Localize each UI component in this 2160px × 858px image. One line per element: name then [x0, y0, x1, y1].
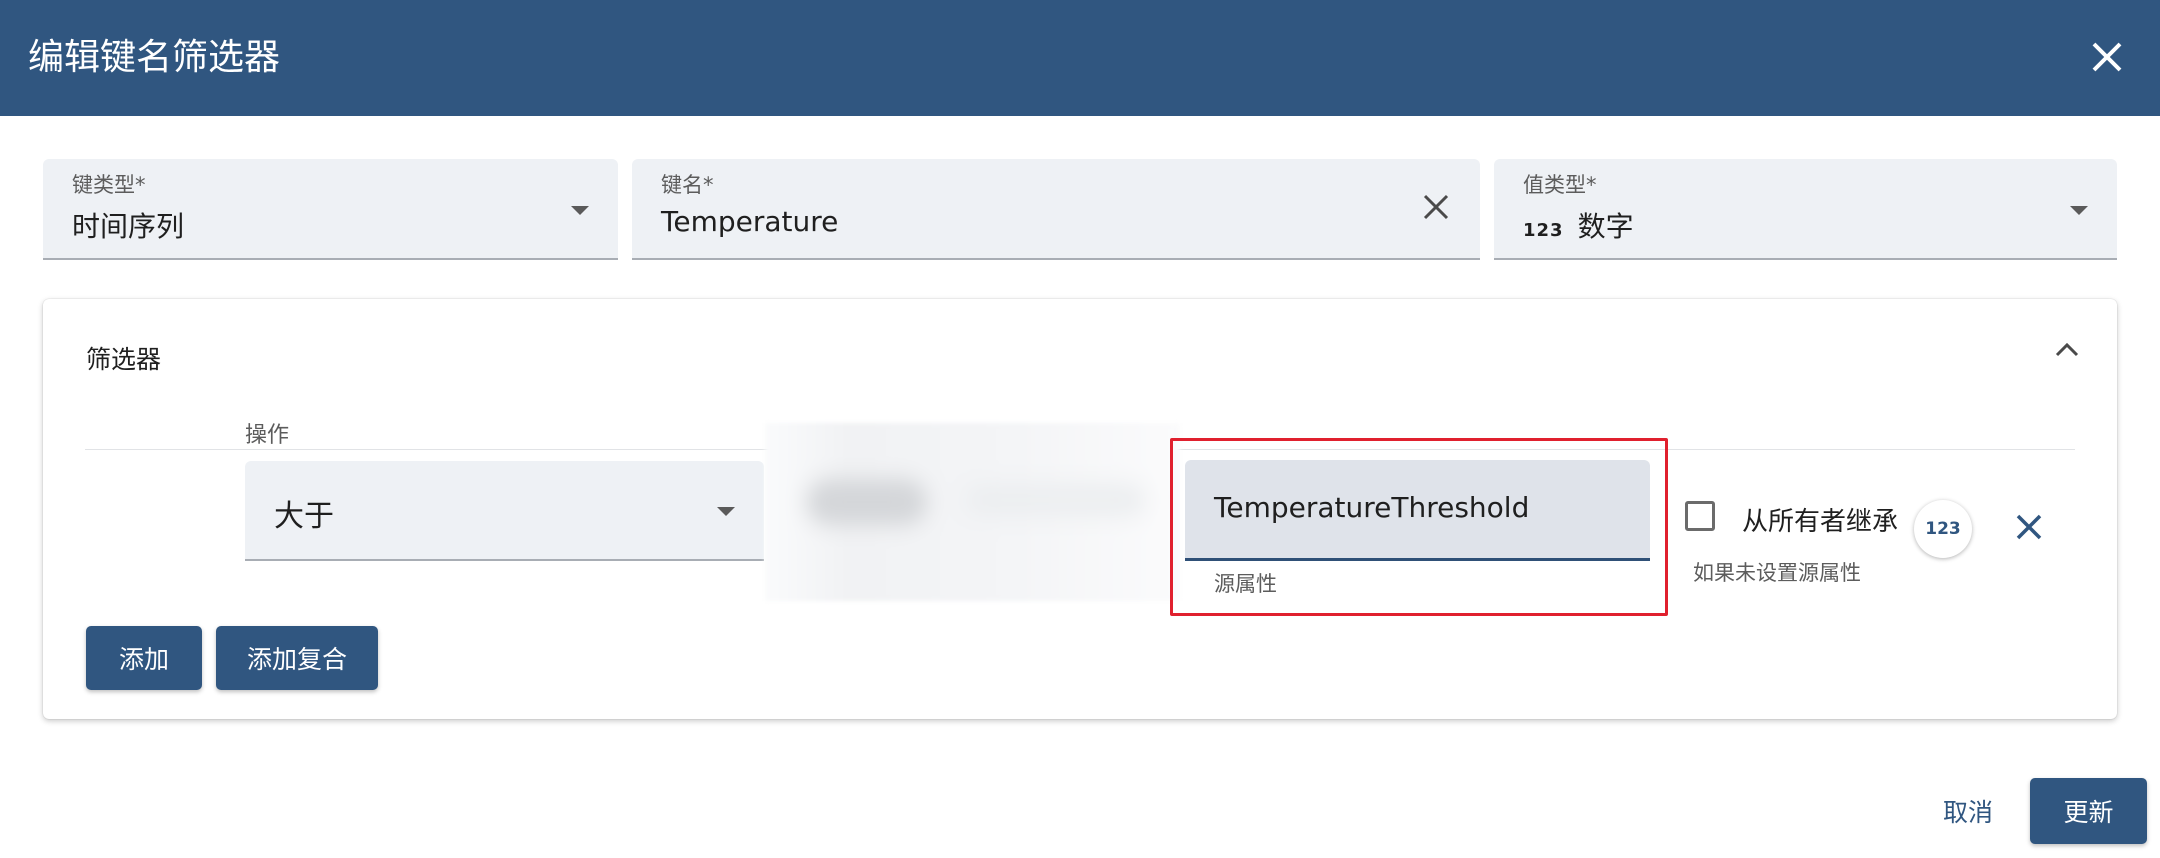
key-type-label: 键类型*	[72, 173, 146, 197]
operation-column-header: 操作	[245, 423, 290, 448]
add-button[interactable]: 添加	[86, 626, 202, 690]
dialog-header: 编辑键名筛选器	[0, 0, 2160, 116]
update-button[interactable]: 更新	[2030, 778, 2147, 844]
key-type-select[interactable]: 键类型* 时间序列	[43, 159, 618, 260]
cancel-button[interactable]: 取消	[1918, 781, 2018, 841]
value-type-text: 数字	[1577, 210, 1634, 243]
value-type-value: 123 数字	[1523, 205, 1634, 245]
key-name-label: 键名*	[661, 173, 714, 197]
value-type-select[interactable]: 值类型* 123 数字	[1494, 159, 2117, 260]
source-attribute-input[interactable]: TemperatureThreshold	[1185, 460, 1650, 561]
value-type-label: 值类型*	[1523, 173, 1597, 197]
chevron-up-icon[interactable]	[2053, 339, 2081, 361]
inherit-hint: 如果未设置源属性	[1693, 561, 1861, 585]
close-icon[interactable]	[2082, 32, 2132, 82]
source-attribute-hint: 源属性	[1214, 572, 1277, 596]
dialog-title: 编辑键名筛选器	[28, 37, 281, 78]
add-complex-button[interactable]: 添加复合	[216, 626, 378, 690]
filters-title: 筛选器	[86, 345, 162, 374]
number-type-icon: 123	[1523, 220, 1564, 241]
clear-icon[interactable]	[1420, 191, 1452, 223]
inherit-from-owner-checkbox[interactable]	[1685, 501, 1715, 531]
key-name-value: Temperature	[661, 205, 839, 238]
value-type-badge[interactable]: 123	[1914, 500, 1972, 558]
dropdown-arrow-icon	[571, 206, 589, 215]
operation-select[interactable]: 大于	[245, 461, 764, 561]
blurred-content	[807, 479, 927, 525]
dropdown-arrow-icon	[2070, 206, 2088, 215]
remove-filter-icon[interactable]	[2013, 511, 2045, 543]
key-type-value: 时间序列	[72, 210, 185, 243]
source-attribute-value: TemperatureThreshold	[1214, 491, 1530, 524]
dropdown-arrow-icon	[717, 507, 735, 516]
key-name-field[interactable]: 键名* Temperature	[632, 159, 1480, 260]
blurred-content	[965, 483, 1145, 517]
blurred-value-field	[765, 423, 1180, 601]
edit-key-filter-dialog: 编辑键名筛选器 键类型* 时间序列 键名* Temperature 值类型* 1…	[0, 0, 2160, 858]
operation-value: 大于	[274, 499, 334, 534]
inherit-from-owner-label: 从所有者继承	[1742, 507, 1899, 537]
